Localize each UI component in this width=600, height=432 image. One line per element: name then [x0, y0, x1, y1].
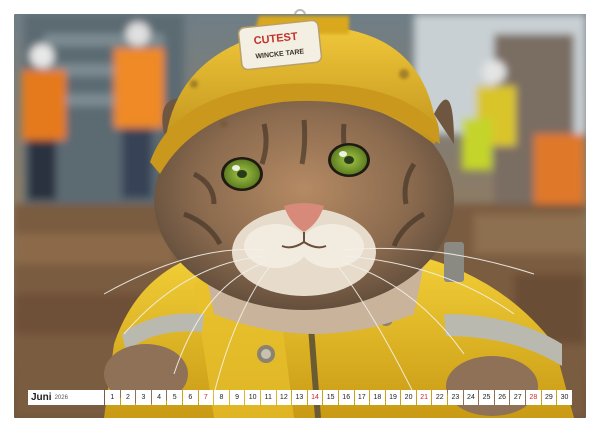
day-cell: 17: [354, 390, 370, 405]
day-cell: 26: [494, 390, 510, 405]
cat-in-hardhat-image: CUTEST WINCKE TARE: [14, 14, 586, 418]
day-number: 1: [110, 394, 115, 401]
day-number: 25: [482, 394, 491, 401]
day-number: 11: [264, 394, 272, 401]
day-number: 21: [420, 394, 429, 401]
day-cell: 28: [526, 390, 541, 405]
day-number: 12: [279, 394, 288, 401]
day-number: 24: [467, 394, 475, 401]
day-number: 5: [172, 394, 177, 401]
day-cell: 5: [167, 390, 182, 405]
day-number: 9: [235, 394, 239, 401]
calendar-page: CUTEST WINCKE TARE Juni 2026 1 2 3 4 5 6 7 8 9 10…: [0, 0, 600, 432]
day-cell: 16: [338, 390, 354, 405]
day-cell: 14: [307, 390, 323, 405]
month-label-box: Juni 2026: [28, 390, 104, 405]
day-number: 6: [188, 394, 193, 401]
day-cell: 3: [136, 390, 151, 405]
day-cell: 12: [276, 390, 292, 405]
day-cell: 7: [198, 390, 214, 405]
cat-photo: CUTEST WINCKE TARE: [14, 14, 586, 418]
day-cell: 4: [151, 390, 167, 405]
day-number: 30: [560, 394, 569, 401]
day-cell: 9: [229, 390, 245, 405]
day-cell: 6: [182, 390, 198, 405]
day-cell: 20: [401, 390, 416, 405]
day-number: 10: [248, 394, 257, 401]
day-number: 4: [157, 394, 162, 401]
day-number: 16: [342, 394, 351, 401]
day-cell: 1: [105, 390, 120, 405]
day-cell: 13: [292, 390, 307, 405]
day-number: 27: [513, 394, 522, 401]
day-number: 23: [451, 394, 460, 401]
day-number: 19: [389, 394, 397, 401]
day-cell: 27: [510, 390, 526, 405]
day-number: 18: [373, 394, 382, 401]
day-number: 22: [435, 394, 444, 401]
day-number: 8: [219, 394, 224, 401]
day-cell: 10: [245, 390, 260, 405]
day-number: 26: [498, 394, 507, 401]
day-cell: 11: [260, 390, 276, 405]
month-year: 2026: [54, 394, 68, 401]
month-name: Juni: [31, 392, 52, 403]
day-number: 14: [311, 394, 319, 401]
calendar-strip: Juni 2026 1 2 3 4 5 6 7 8 9 10 11 12 13 14 15 16 17 18 19 2…: [28, 390, 572, 405]
day-cell: 25: [479, 390, 494, 405]
day-cell: 30: [557, 390, 572, 405]
day-cell: 24: [463, 390, 479, 405]
day-cells: 1 2 3 4 5 6 7 8 9 10 11 12 13 14 15 16 17 18 19 20 21 22 23 24 2…: [105, 390, 572, 405]
day-cell: 2: [120, 390, 136, 405]
day-cell: 19: [385, 390, 401, 405]
day-cell: 8: [214, 390, 229, 405]
day-cell: 23: [448, 390, 463, 405]
day-number: 3: [141, 394, 146, 401]
day-number: 15: [326, 394, 335, 401]
day-number: 17: [357, 394, 366, 401]
day-cell: 22: [432, 390, 448, 405]
day-number: 7: [203, 394, 208, 401]
day-cell: 21: [416, 390, 432, 405]
day-cell: 15: [323, 390, 338, 405]
day-cell: 29: [541, 390, 557, 405]
day-number: 2: [125, 394, 130, 401]
day-cell: 18: [370, 390, 385, 405]
day-number: 20: [404, 394, 413, 401]
day-number: 29: [545, 394, 553, 401]
day-number: 28: [529, 394, 538, 401]
day-number: 13: [295, 394, 304, 401]
